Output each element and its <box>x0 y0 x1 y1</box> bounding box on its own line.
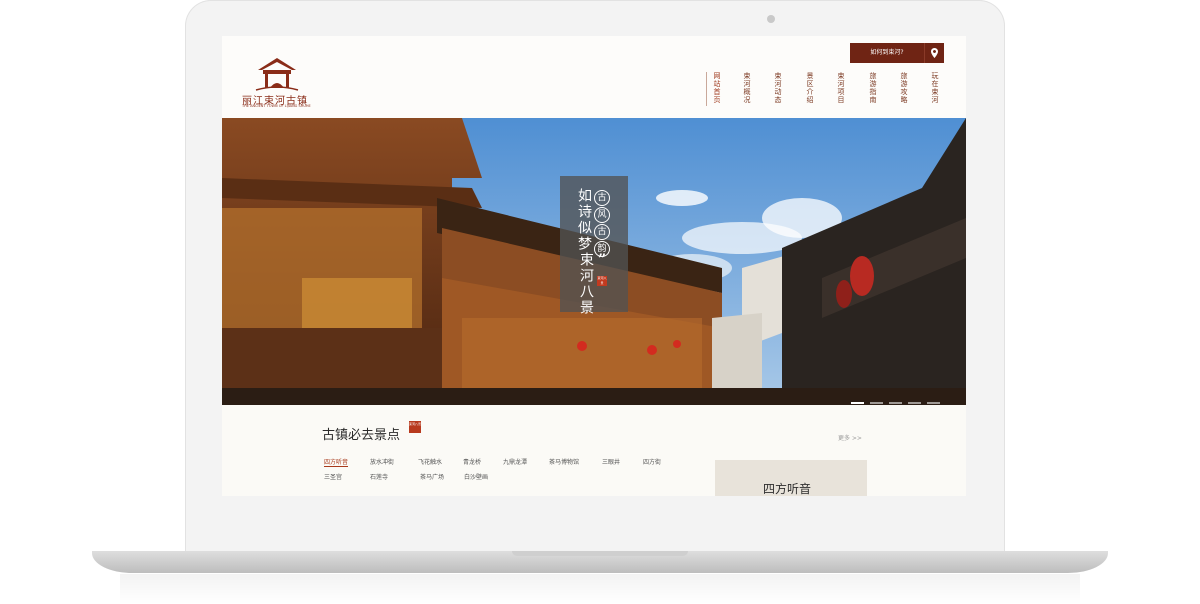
nav-item-overview[interactable]: 束河概况 <box>742 72 752 104</box>
hero-banner[interactable]: 古 风 古 韵 如诗似梦 ” 束河八景 束河八景 <box>222 118 966 405</box>
spot-label: 四方听音 <box>763 482 812 496</box>
route-button[interactable]: 如何到束河? <box>850 43 924 63</box>
section-title: 古镇必去景点 <box>322 428 401 443</box>
tab-sifang-tingyin[interactable]: 四方听音 <box>324 457 349 467</box>
tab-jiuding-longtan[interactable]: 九鼎龙潭 <box>503 457 527 466</box>
laptop-reflection <box>120 574 1080 604</box>
nav-item-scenic[interactable]: 景区介绍 <box>805 72 815 104</box>
circle-characters: 古 风 古 韵 <box>594 190 610 258</box>
attractions-section: 古镇必去景点 束河八景 更多 >> 四方听音 放水冲街 飞花触水 青龙桥 九鼎龙… <box>222 405 966 496</box>
nav-item-news[interactable]: 束河动态 <box>773 72 783 104</box>
tab-baisha-murals[interactable]: 白沙壁画 <box>464 472 488 481</box>
nav-item-guide[interactable]: 旅游指南 <box>868 72 878 104</box>
tab-fangshui-chongjie[interactable]: 放水冲街 <box>370 457 394 466</box>
nav-active-indicator <box>706 72 707 106</box>
slider-dot-5[interactable] <box>927 402 940 404</box>
slider-dot-1[interactable] <box>851 402 864 404</box>
section-badge: 束河八景 <box>409 421 421 433</box>
slider-dot-2[interactable] <box>870 402 883 404</box>
quote-mark: ” <box>598 252 607 268</box>
website-screen: 丽江束河古镇 THE ANCIENT TOWN OF LIJIANG SHUHE… <box>222 36 966 496</box>
tab-sansheng-palace[interactable]: 三圣宫 <box>324 472 342 481</box>
nav-item-play[interactable]: 玩在束河 <box>930 72 940 104</box>
location-pin-button[interactable] <box>924 43 944 63</box>
tab-shilian-temple[interactable]: 石莲寺 <box>370 472 388 481</box>
tab-tea-horse-museum[interactable]: 茶马博物馆 <box>549 457 579 466</box>
tab-tea-horse-square[interactable]: 茶马广场 <box>420 472 444 481</box>
nav-item-tips[interactable]: 旅游攻略 <box>899 72 909 104</box>
more-link[interactable]: 更多 >> <box>838 433 862 442</box>
logo-gate-icon <box>255 58 299 91</box>
site-logo[interactable]: 丽江束河古镇 THE ANCIENT TOWN OF LIJIANG SHUHE <box>240 54 314 112</box>
nav-item-home[interactable]: 网站首页 <box>712 72 722 104</box>
hero-line2: 束河八景 <box>578 252 594 316</box>
slider-dot-3[interactable] <box>889 402 902 404</box>
hero-stamp: 束河八景 <box>597 276 607 286</box>
circle-char: 古 <box>594 224 610 240</box>
logo-subtitle: THE ANCIENT TOWN OF LIJIANG SHUHE <box>242 104 311 108</box>
hero-line1: 如诗似梦 <box>576 188 592 252</box>
tab-feihua-chushui[interactable]: 飞花触水 <box>418 457 442 466</box>
slider-dots <box>851 389 946 405</box>
camera-icon <box>767 15 775 23</box>
tab-qinglong-bridge[interactable]: 青龙桥 <box>463 457 481 466</box>
circle-char: 风 <box>594 207 610 223</box>
spot-preview-card[interactable]: 四方听音 <box>715 460 867 496</box>
hero-title-box: 古 风 古 韵 如诗似梦 ” 束河八景 束河八景 <box>560 176 628 316</box>
laptop-notch <box>512 551 688 556</box>
tab-sifang-street[interactable]: 四方街 <box>643 457 661 466</box>
slider-dot-4[interactable] <box>908 402 921 404</box>
location-pin-icon <box>931 48 938 58</box>
tab-sanyan-well[interactable]: 三眼井 <box>602 457 620 466</box>
nav-item-projects[interactable]: 束河项目 <box>836 72 846 104</box>
circle-char: 古 <box>594 190 610 206</box>
site-header: 丽江束河古镇 THE ANCIENT TOWN OF LIJIANG SHUHE… <box>222 36 966 118</box>
